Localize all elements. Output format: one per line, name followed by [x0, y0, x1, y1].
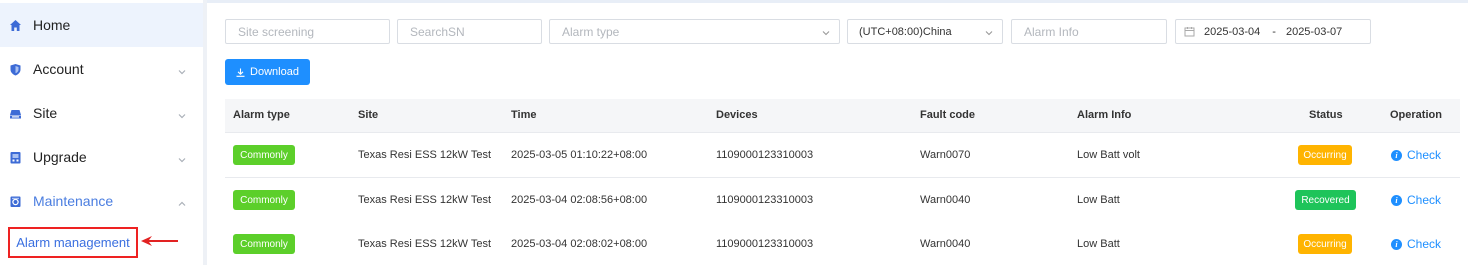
check-label: Check [1407, 148, 1442, 162]
column-header: Site [358, 109, 379, 121]
sidebar-item-upgrade[interactable]: Upgrade [0, 135, 203, 179]
device-cell: 1109000123310003 [716, 149, 814, 161]
site-filter-input-text[interactable] [238, 24, 389, 39]
column-header: Alarm type [233, 109, 290, 121]
calendar-icon [1184, 26, 1195, 37]
info-icon: i [1391, 194, 1402, 206]
download-icon [236, 68, 245, 77]
chevron-down-icon [177, 64, 187, 75]
chevron-up-icon [177, 196, 187, 206]
site-filter-input[interactable] [225, 19, 390, 44]
sn-search-input[interactable] [397, 19, 542, 44]
alarm-type-badge: Commonly [233, 190, 295, 210]
column-header: Status [1309, 109, 1343, 121]
time-cell: 2025-03-04 02:08:02+08:00 [511, 238, 648, 250]
sidebar-item-label: Site [33, 105, 58, 121]
arrow-left-icon [140, 234, 180, 252]
check-link[interactable]: i Check [1391, 237, 1441, 251]
date-range-picker[interactable]: 2025-03-04 - 2025-03-07 [1175, 19, 1371, 44]
home-icon [8, 18, 22, 32]
fault-code-cell: Warn0040 [920, 238, 971, 250]
sidebar-item-maintenance[interactable]: Maintenance [0, 179, 203, 223]
maintenance-icon [8, 194, 22, 208]
sidebar-item-label: Account [33, 61, 84, 77]
chevron-down-icon [177, 108, 187, 119]
column-header: Fault code [920, 109, 976, 121]
alarm-info-cell: Low Batt [1077, 238, 1120, 250]
time-cell: 2025-03-04 02:08:56+08:00 [511, 194, 648, 206]
sidebar-item-home[interactable]: Home [0, 3, 203, 47]
site-cell: Texas Resi ESS 12kW Test [358, 238, 492, 250]
table-row: Commonly Texas Resi ESS 12kW Test 2025-0… [225, 222, 1460, 265]
date-end[interactable]: 2025-03-07 [1286, 26, 1342, 38]
table-row: Commonly Texas Resi ESS 12kW Test 2025-0… [225, 133, 1460, 178]
timezone-value: (UTC+08:00)China [859, 25, 952, 38]
date-separator: - [1272, 25, 1276, 38]
device-cell: 1109000123310003 [716, 194, 814, 206]
column-header: Devices [716, 109, 758, 121]
download-button[interactable]: Download [225, 59, 310, 85]
column-header: Alarm Info [1077, 109, 1132, 121]
alarm-info-cell: Low Batt volt [1077, 149, 1140, 161]
status-badge: Occurring [1298, 234, 1352, 254]
sidebar-subitem-alarm-management[interactable]: Alarm management [8, 227, 138, 258]
alarm-type-select[interactable]: Alarm type [549, 19, 840, 44]
sidebar: Home Account Site Upgrade Maintenance Al… [0, 0, 203, 265]
timezone-select[interactable]: (UTC+08:00)China [847, 19, 1003, 44]
fault-code-cell: Warn0070 [920, 149, 971, 161]
chevron-down-icon [177, 152, 187, 163]
table-row: Commonly Texas Resi ESS 12kW Test 2025-0… [225, 178, 1460, 223]
check-link[interactable]: i Check [1391, 148, 1441, 162]
shield-icon [8, 62, 22, 76]
download-label: Download [250, 66, 299, 78]
info-icon: i [1391, 238, 1402, 250]
table-header: Alarm type Site Time Devices Fault code … [225, 99, 1460, 133]
alarm-info-input-text[interactable] [1024, 24, 1166, 39]
sidebar-item-label: Home [33, 17, 71, 33]
alarm-info-cell: Low Batt [1077, 194, 1120, 206]
alarm-info-input[interactable] [1011, 19, 1167, 44]
sn-search-input-text[interactable] [410, 24, 541, 39]
fault-code-cell: Warn0040 [920, 194, 971, 206]
sidebar-item-account[interactable]: Account [0, 47, 203, 91]
date-start[interactable]: 2025-03-04 [1204, 26, 1260, 38]
chevron-down-icon [821, 27, 831, 37]
time-cell: 2025-03-05 01:10:22+08:00 [511, 149, 648, 161]
check-label: Check [1407, 193, 1442, 207]
sidebar-item-label: Maintenance [33, 193, 114, 209]
sidebar-item-site[interactable]: Site [0, 91, 203, 135]
alarm-type-badge: Commonly [233, 145, 295, 165]
alarm-type-placeholder: Alarm type [562, 24, 620, 39]
column-header: Operation [1390, 109, 1442, 121]
info-icon: i [1391, 149, 1402, 161]
chevron-down-icon [984, 27, 994, 37]
device-cell: 1109000123310003 [716, 238, 814, 250]
check-link[interactable]: i Check [1391, 193, 1441, 207]
top-border [0, 0, 1468, 3]
alarm-type-badge: Commonly [233, 234, 295, 254]
sidebar-divider [203, 0, 207, 265]
site-cell: Texas Resi ESS 12kW Test [358, 194, 492, 206]
upgrade-icon [8, 150, 22, 164]
column-header: Time [511, 109, 537, 121]
status-badge: Recovered [1295, 190, 1356, 210]
check-label: Check [1407, 237, 1442, 251]
site-cell: Texas Resi ESS 12kW Test [358, 149, 492, 161]
status-badge: Occurring [1298, 145, 1352, 165]
sidebar-item-label: Upgrade [33, 149, 87, 165]
site-icon [8, 106, 22, 120]
